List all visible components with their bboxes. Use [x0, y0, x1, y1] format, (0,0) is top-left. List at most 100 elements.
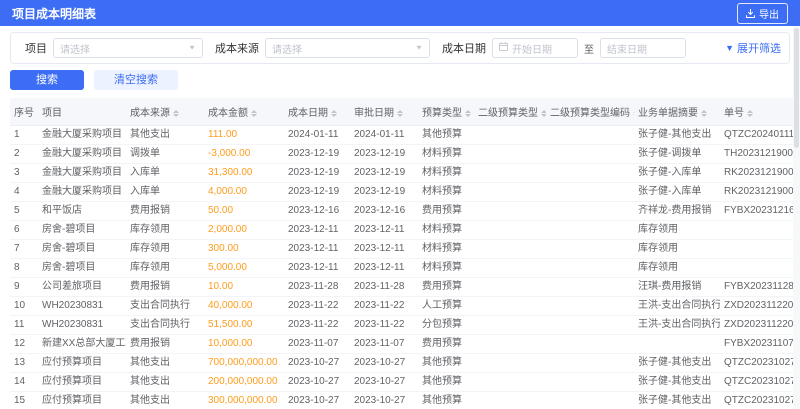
- table-row[interactable]: 4 金融大厦采购项目 入库单 4,000.00 2023-12-19 2023-12-19…: [10, 182, 798, 202]
- table-cell: [720, 258, 798, 278]
- table-cell: [634, 334, 720, 354]
- table-cell: 111.00: [204, 125, 284, 145]
- table-cell: 其他预算: [418, 353, 474, 373]
- table-row[interactable]: 1 金融大厦采购项目 其他支出 111.00 2024-01-11 2024-01-11 其…: [10, 125, 798, 145]
- table-cell: 5: [10, 201, 38, 221]
- table-cell: [474, 125, 546, 145]
- sort-icon[interactable]: [251, 109, 257, 117]
- column-header-8[interactable]: 二级预算类型编码: [546, 98, 634, 126]
- chevron-down-icon: ▼: [725, 43, 734, 53]
- table-cell: ZXD20231122001: [720, 315, 798, 335]
- table-row[interactable]: 7 房舍-碧项目 库存领用 300.00 2023-12-11 2023-12-11 材料预…: [10, 239, 798, 259]
- table-cell: 200,000,000.00: [204, 372, 284, 392]
- column-header-6[interactable]: 预算类型: [418, 98, 474, 126]
- table-cell: 和平饭店: [38, 201, 126, 221]
- table-row[interactable]: 10 WH20230831 支出合同执行 40,000.00 2023-11-22 202…: [10, 296, 798, 316]
- table-cell: 3: [10, 163, 38, 183]
- table-cell: 15: [10, 391, 38, 409]
- table-row[interactable]: 5 和平饭店 费用报销 50.00 2023-12-16 2023-12-16 费用预算 齐祥…: [10, 201, 798, 221]
- expand-filters-link[interactable]: ▼ 展开筛选: [725, 40, 781, 56]
- sort-icon[interactable]: [541, 109, 546, 117]
- column-header-label: 二级预算类型: [478, 108, 538, 119]
- column-header-0: 序号: [10, 98, 38, 126]
- table-cell: 300,000,000.00: [204, 391, 284, 409]
- sort-icon[interactable]: [173, 109, 179, 117]
- table-cell: 12: [10, 334, 38, 354]
- page-header: 项目成本明细表 导出: [0, 0, 800, 26]
- table-cell: 库存领用: [126, 239, 204, 259]
- sort-icon[interactable]: [701, 109, 707, 117]
- table-cell: [474, 315, 546, 335]
- table-row[interactable]: 9 公司差旅项目 费用报销 10.00 2023-11-28 2023-11-28 费用预算…: [10, 277, 798, 297]
- table-row[interactable]: 8 房舍-碧项目 库存领用 5,000.00 2023-12-11 2023-12-11 材…: [10, 258, 798, 278]
- table-cell: [546, 239, 634, 259]
- cost-source-filter-label: 成本来源: [215, 43, 259, 55]
- table-cell: [474, 277, 546, 297]
- table-row[interactable]: 12新建XX总部大厦工程二期费用报销10,000.002023-11-07202…: [10, 334, 798, 354]
- table-row[interactable]: 2 金融大厦采购项目 调拨单 -3,000.00 2023-12-19 2023-12-1…: [10, 144, 798, 164]
- table-cell: [546, 334, 634, 354]
- table-cell: 2023-11-22: [284, 296, 350, 316]
- column-header-5[interactable]: 审批日期: [350, 98, 418, 126]
- cost-source-select[interactable]: 请选择 ▼: [265, 38, 430, 58]
- table-cell: 入库单: [126, 163, 204, 183]
- column-header-4[interactable]: 成本日期: [284, 98, 350, 126]
- scrollbar-thumb[interactable]: [794, 28, 799, 148]
- column-header-label: 单号: [724, 108, 744, 119]
- table-cell: [546, 201, 634, 221]
- table-cell: 费用报销: [126, 334, 204, 354]
- table-cell: 2023-10-27: [350, 372, 418, 392]
- sort-icon[interactable]: [633, 109, 634, 117]
- table-cell: 其他支出: [126, 125, 204, 145]
- table-cell: [546, 372, 634, 392]
- sort-icon[interactable]: [465, 109, 471, 117]
- sort-icon[interactable]: [331, 109, 337, 117]
- table-row[interactable]: 14 应付预算项目 其他支出 200,000,000.00 2023-10-27 2023…: [10, 372, 798, 392]
- table-cell: 费用报销: [126, 277, 204, 297]
- export-button-label: 导出: [759, 9, 779, 21]
- column-header-3[interactable]: 成本金额: [204, 98, 284, 126]
- column-header-9[interactable]: 业务单据摘要: [634, 98, 720, 126]
- table-body: 1 金融大厦采购项目 其他支出 111.00 2024-01-11 2024-01-11 其…: [10, 125, 798, 409]
- table-cell: 2023-12-11: [284, 239, 350, 259]
- table-cell: 2023-11-22: [284, 315, 350, 335]
- sort-icon[interactable]: [397, 109, 403, 117]
- main-content: 项目 请选择 ▼ 成本来源 请选择 ▼ 成本日期 开始日期 至 结束日期 ▼ 展…: [0, 26, 800, 409]
- table-row[interactable]: 11 WH20230831 支出合同执行 51,500.00 2023-11-22 202…: [10, 315, 798, 335]
- table-cell: 费用预算: [418, 277, 474, 297]
- table-cell: 张子健-入库单: [634, 163, 720, 183]
- table-row[interactable]: 13 应付预算项目 其他支出 700,000,000.00 2023-10-27 2023…: [10, 353, 798, 373]
- table-row[interactable]: 6 房舍-碧项目 库存领用 2,000.00 2023-12-11 2023-12-11 材…: [10, 220, 798, 240]
- table-cell: [546, 182, 634, 202]
- table-cell: 其他预算: [418, 125, 474, 145]
- table-cell: 2023-12-19: [284, 182, 350, 202]
- search-button[interactable]: 搜索: [10, 70, 84, 90]
- table-row[interactable]: 15 应付预算项目 其他支出 300,000,000.00 2023-10-27 2023…: [10, 391, 798, 409]
- column-header-2[interactable]: 成本来源: [126, 98, 204, 126]
- table-row[interactable]: 3 金融大厦采购项目 入库单 31,300.00 2023-12-19 2023-12-1…: [10, 163, 798, 183]
- table-cell: 2023-12-11: [350, 239, 418, 259]
- table-cell: 4,000.00: [204, 182, 284, 202]
- start-date-placeholder: 开始日期: [512, 44, 552, 56]
- clear-search-button[interactable]: 清空搜索: [94, 70, 178, 90]
- table-cell: 张子健-其他支出: [634, 372, 720, 392]
- table-cell: 张子健-其他支出: [634, 125, 720, 145]
- table-cell: 金融大厦采购项目: [38, 182, 126, 202]
- table-cell: [720, 220, 798, 240]
- project-select-placeholder: 请选择: [60, 44, 90, 56]
- start-date-input[interactable]: 开始日期: [492, 38, 578, 58]
- table-cell: QTZC20231027002: [720, 391, 798, 409]
- column-header-10[interactable]: 单号: [720, 98, 798, 126]
- column-header-label: 成本日期: [288, 108, 328, 119]
- end-date-input[interactable]: 结束日期: [600, 38, 686, 58]
- table-cell: 王洪-支出合同执行: [634, 296, 720, 316]
- table-cell: 31,300.00: [204, 163, 284, 183]
- vertical-scrollbar[interactable]: [793, 26, 800, 409]
- export-button[interactable]: 导出: [737, 2, 788, 24]
- date-range-separator: 至: [584, 44, 594, 56]
- table-cell: 费用预算: [418, 201, 474, 221]
- project-select[interactable]: 请选择 ▼: [53, 38, 203, 58]
- table-cell: 公司差旅项目: [38, 277, 126, 297]
- sort-icon[interactable]: [747, 109, 753, 117]
- column-header-7[interactable]: 二级预算类型: [474, 98, 546, 126]
